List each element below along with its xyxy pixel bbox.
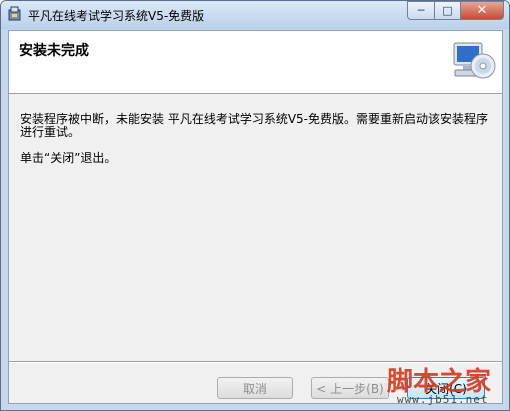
dialog-content: 安装未完成 安装程序被中断，未能安装 平凡在线考试学习系统V5-免费版。需要重新… — [8, 30, 503, 404]
back-button[interactable]: < 上一步(B) — [311, 377, 389, 399]
title-bar[interactable]: 平凡在线考试学习系统V5-免费版 ─ □ ✕ — [1, 1, 509, 29]
installer-window: 平凡在线考试学习系统V5-免费版 ─ □ ✕ 安装未完成 安装程序被中断，未能安… — [0, 0, 510, 411]
cancel-button[interactable]: 取消 — [217, 377, 293, 399]
header-banner: 安装未完成 — [9, 31, 502, 94]
close-icon: ✕ — [476, 3, 488, 18]
minimize-icon: ─ — [417, 4, 425, 17]
window-title: 平凡在线考试学习系统V5-免费版 — [28, 9, 205, 23]
page-title: 安装未完成 — [19, 43, 89, 59]
minimize-button[interactable]: ─ — [407, 1, 434, 20]
computer-cd-icon — [453, 42, 496, 79]
exit-instruction: 单击“关闭”退出。 — [20, 151, 117, 165]
close-window-button[interactable]: ✕ — [460, 1, 504, 20]
maximize-icon: □ — [442, 4, 453, 17]
close-button[interactable]: 关闭(C) — [407, 377, 485, 399]
error-message: 安装程序被中断，未能安装 平凡在线考试学习系统V5-免费版。需要重新启动该安装程… — [20, 112, 488, 139]
footer-divider — [9, 361, 502, 363]
maximize-button[interactable]: □ — [434, 1, 460, 20]
installer-icon — [8, 6, 21, 21]
